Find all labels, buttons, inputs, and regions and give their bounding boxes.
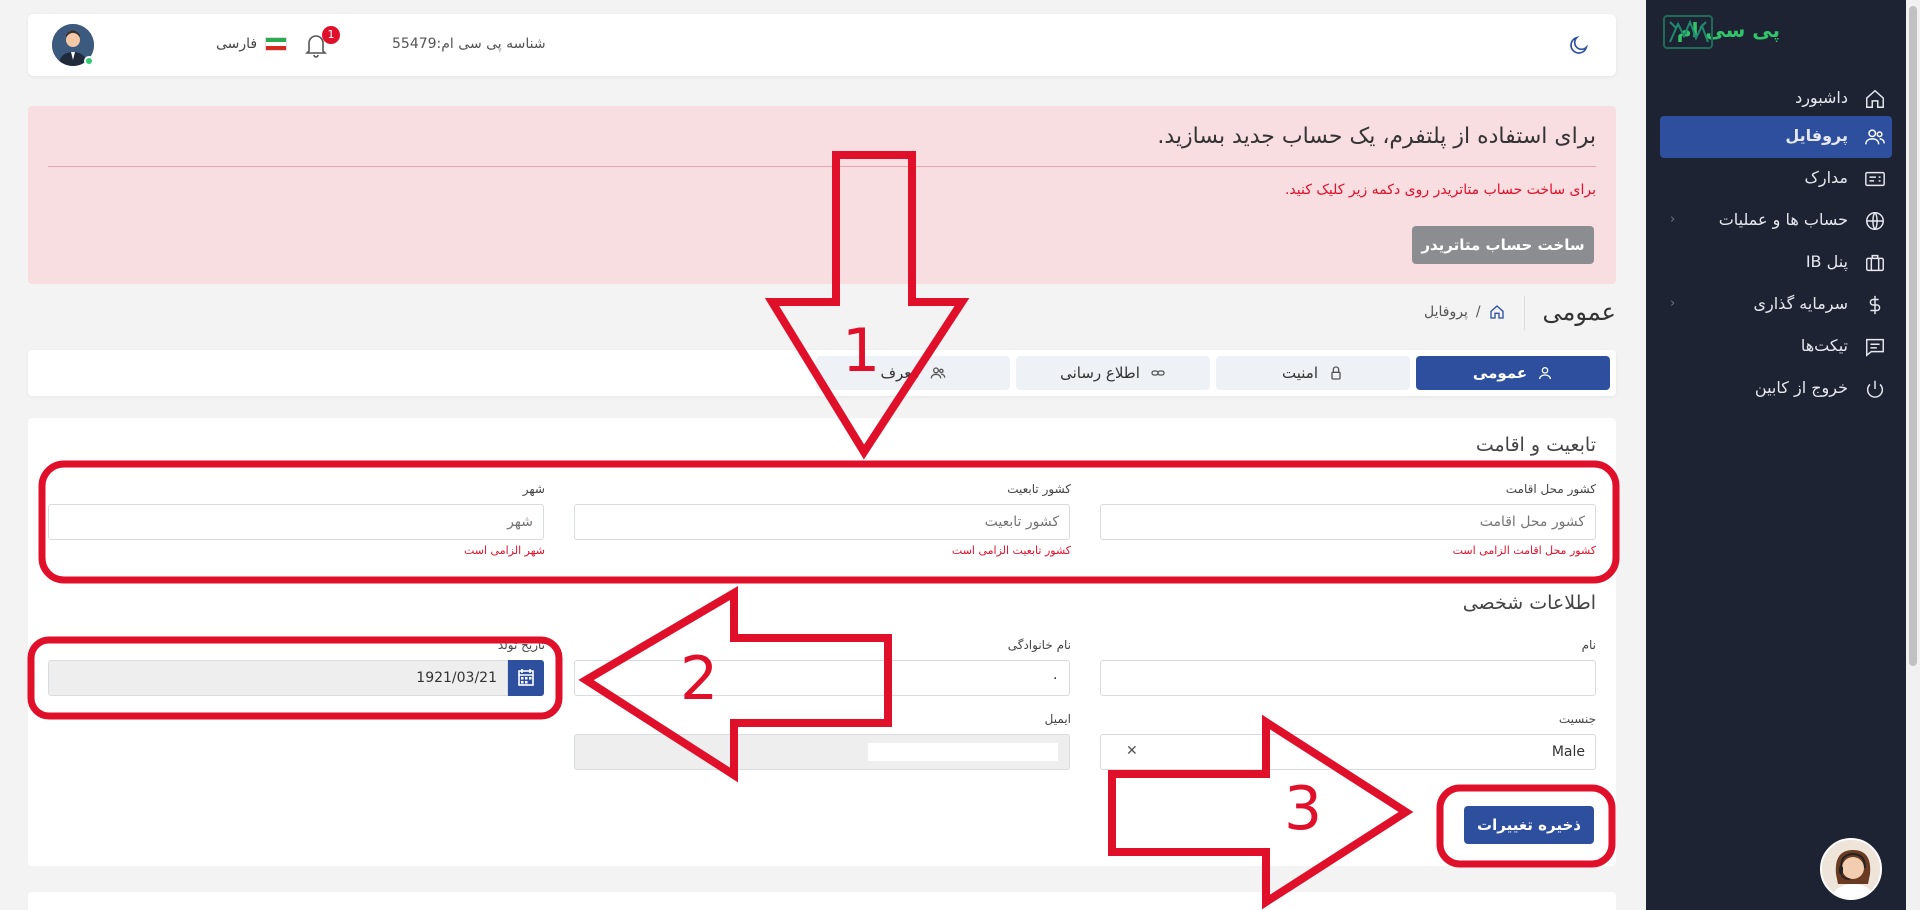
clear-selection-icon[interactable]: ✕ [1126, 743, 1138, 759]
online-status-dot [84, 56, 94, 66]
city-error: شهر الزامی است [463, 544, 545, 557]
users-icon [930, 367, 945, 379]
sidebar-item-documents[interactable]: مدارک [1660, 158, 1892, 200]
user-id: شناسه پی سی ام:55479 [392, 36, 546, 52]
birth-date-label: تاریخ تولد [497, 638, 545, 652]
citizenship-country-label: کشور تابعیت [1007, 482, 1071, 496]
tab-notifications[interactable]: اطلاع رسانی [1016, 356, 1210, 390]
id-card-icon [1865, 171, 1885, 187]
home-icon [1866, 89, 1884, 108]
calendar-button[interactable] [508, 660, 544, 696]
tab-label: معرف [880, 364, 920, 382]
section-title-residence: تابعیت و اقامت [1475, 434, 1596, 456]
power-icon [1866, 380, 1884, 398]
home-icon[interactable] [1489, 304, 1505, 320]
gender-select[interactable]: Male [1100, 734, 1596, 770]
annotation-number-3: 3 [1284, 774, 1323, 844]
sidebar-item-logout[interactable]: خروج از کابین [1660, 368, 1892, 410]
breadcrumb-separator: / [1475, 304, 1481, 320]
alert-title: برای استفاده از پلتفرم، یک حساب جدید بسا… [1157, 124, 1596, 149]
next-section-card [28, 892, 1616, 910]
sidebar-item-investment[interactable]: سرمایه گذاری ‹ [1660, 284, 1892, 326]
tab-general[interactable]: عمومی [1416, 356, 1610, 390]
notification-badge: 1 [322, 26, 340, 44]
alert-text: برای ساخت حساب متاتریدر روی دکمه زیر کلی… [1284, 182, 1596, 198]
scrollbar[interactable] [1906, 0, 1920, 910]
citizenship-country-error: کشور تابعیت الزامی است [951, 544, 1071, 557]
language-selector[interactable]: فارسی [216, 36, 288, 52]
moon-icon[interactable] [1568, 34, 1590, 56]
sidebar: پی سی ام داشبورد پروفایل مدارک حساب ها و… [1646, 0, 1906, 910]
annotation-number-1: 1 [842, 316, 881, 386]
section-title-personal: اطلاعات شخصی [1462, 592, 1596, 614]
breadcrumb-profile[interactable]: پروفایل [1424, 304, 1468, 320]
divider [48, 166, 1596, 167]
briefcase-icon [1866, 254, 1884, 272]
email-label: ایمیل [1044, 712, 1071, 726]
brand[interactable]: پی سی ام [1646, 14, 1906, 50]
profile-tabs: عمومی امنیت اطلاع رسانی معرف [28, 350, 1616, 396]
city-label: شهر [522, 482, 545, 496]
first-name-label: نام [1581, 638, 1596, 652]
citizenship-country-input[interactable] [574, 504, 1070, 540]
profile-form: تابعیت و اقامت کشور محل اقامت کشور محل ا… [28, 418, 1616, 866]
birth-date-input[interactable]: 1921/03/21 [48, 660, 508, 696]
save-changes-button[interactable]: ذخیره تغییرات [1464, 806, 1594, 844]
language-label: فارسی [216, 36, 258, 52]
sidebar-item-label: مدارک [1804, 168, 1848, 187]
sidebar-item-profile[interactable]: پروفایل [1660, 116, 1892, 158]
sidebar-item-label: پنل IB [1805, 252, 1848, 271]
last-name-label: نام خانوادگی [1007, 638, 1071, 652]
calendar-icon [518, 669, 534, 686]
sidebar-item-label: تیکت‌ها [1800, 336, 1848, 355]
sidebar-item-dashboard[interactable]: داشبورد [1660, 78, 1892, 120]
sidebar-item-label: سرمایه گذاری [1753, 294, 1848, 313]
page-title: عمومی [1542, 298, 1616, 326]
city-input[interactable] [48, 504, 544, 540]
annotation-number-2: 2 [680, 644, 719, 714]
divider [1524, 296, 1525, 330]
link-icon [1151, 370, 1165, 376]
tab-security[interactable]: امنیت [1216, 356, 1410, 390]
sidebar-item-label: پروفایل [1785, 126, 1848, 145]
users-icon [1865, 129, 1885, 145]
gender-label: جنسیت [1558, 712, 1596, 726]
logo-icon [1663, 15, 1713, 49]
tab-label: اطلاع رسانی [1060, 364, 1140, 382]
scrollbar-thumb[interactable] [1909, 6, 1917, 666]
dollar-icon [1869, 295, 1881, 315]
user-icon [1539, 367, 1552, 380]
sidebar-item-tickets[interactable]: تیکت‌ها [1660, 326, 1892, 368]
breadcrumb: / پروفایل [1424, 304, 1505, 320]
redacted-email-mask [868, 743, 1058, 761]
iran-flag-icon [265, 37, 288, 51]
last-name-input[interactable]: ٠ [574, 660, 1070, 696]
sidebar-item-label: خروج از کابین [1754, 378, 1848, 397]
sidebar-item-ib-panel[interactable]: پنل IB [1660, 242, 1892, 284]
tab-label: امنیت [1282, 364, 1318, 382]
chevron-left-icon: ‹ [1670, 212, 1676, 227]
lock-icon [1331, 366, 1341, 380]
tab-label: عمومی [1472, 364, 1528, 382]
sidebar-item-label: داشبورد [1795, 88, 1848, 107]
chevron-left-icon: ‹ [1670, 296, 1676, 311]
sidebar-item-accounts[interactable]: حساب ها و عملیات ‹ [1660, 200, 1892, 242]
top-bar: فارسی 1 شناسه پی سی ام:55479 [28, 14, 1616, 76]
sidebar-item-label: حساب ها و عملیات [1718, 210, 1848, 229]
residence-country-label: کشور محل اقامت [1505, 482, 1596, 496]
create-metatrader-account-button[interactable]: ساخت حساب متاتریدر [1412, 226, 1594, 264]
chat-icon [1866, 338, 1884, 357]
first-name-input[interactable] [1100, 660, 1596, 696]
residence-country-input[interactable] [1100, 504, 1596, 540]
support-chat-button[interactable] [1820, 838, 1882, 900]
create-account-alert: برای استفاده از پلتفرم، یک حساب جدید بسا… [28, 106, 1616, 284]
residence-country-error: کشور محل اقامت الزامی است [1452, 544, 1596, 557]
globe-icon [1866, 212, 1884, 230]
